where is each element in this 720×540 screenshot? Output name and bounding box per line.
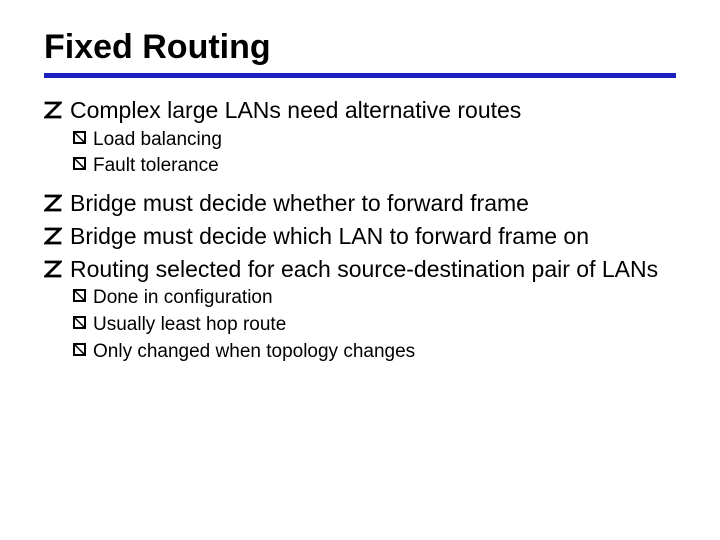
bullet-level1: Bridge must decide whether to forward fr… [44, 189, 676, 218]
box-bullet-icon [72, 156, 87, 171]
bullet-level2: Fault tolerance [72, 153, 676, 179]
bullet-level1: Complex large LANs need alternative rout… [44, 96, 676, 125]
bullet-text: Routing selected for each source-destina… [70, 255, 676, 284]
bullet-level2: Only changed when topology changes [72, 339, 676, 365]
z-bullet-icon [44, 101, 62, 119]
slide: Fixed Routing Complex large LANs need al… [0, 0, 720, 540]
slide-title: Fixed Routing [44, 28, 676, 67]
sub-bullet-text: Usually least hop route [93, 312, 676, 338]
bullet-text: Complex large LANs need alternative rout… [70, 96, 676, 125]
sub-bullet-text: Fault tolerance [93, 153, 676, 179]
sub-bullet-text: Load balancing [93, 127, 676, 153]
sub-bullet-text: Done in configuration [93, 285, 676, 311]
bullet-level2: Done in configuration [72, 285, 676, 311]
bullet-level1: Bridge must decide which LAN to forward … [44, 222, 676, 251]
z-bullet-icon [44, 260, 62, 278]
bullet-level1: Routing selected for each source-destina… [44, 255, 676, 284]
box-bullet-icon [72, 130, 87, 145]
sub-bullet-group: Load balancing Fault tolerance [72, 127, 676, 179]
title-underline [44, 73, 676, 78]
bullet-text: Bridge must decide whether to forward fr… [70, 189, 676, 218]
box-bullet-icon [72, 288, 87, 303]
z-bullet-icon [44, 194, 62, 212]
sub-bullet-group: Done in configuration Usually least hop … [72, 285, 676, 364]
bullet-text: Bridge must decide which LAN to forward … [70, 222, 676, 251]
bullet-level2: Load balancing [72, 127, 676, 153]
box-bullet-icon [72, 342, 87, 357]
box-bullet-icon [72, 315, 87, 330]
slide-body: Complex large LANs need alternative rout… [44, 96, 676, 364]
sub-bullet-text: Only changed when topology changes [93, 339, 676, 365]
z-bullet-icon [44, 227, 62, 245]
bullet-level2: Usually least hop route [72, 312, 676, 338]
